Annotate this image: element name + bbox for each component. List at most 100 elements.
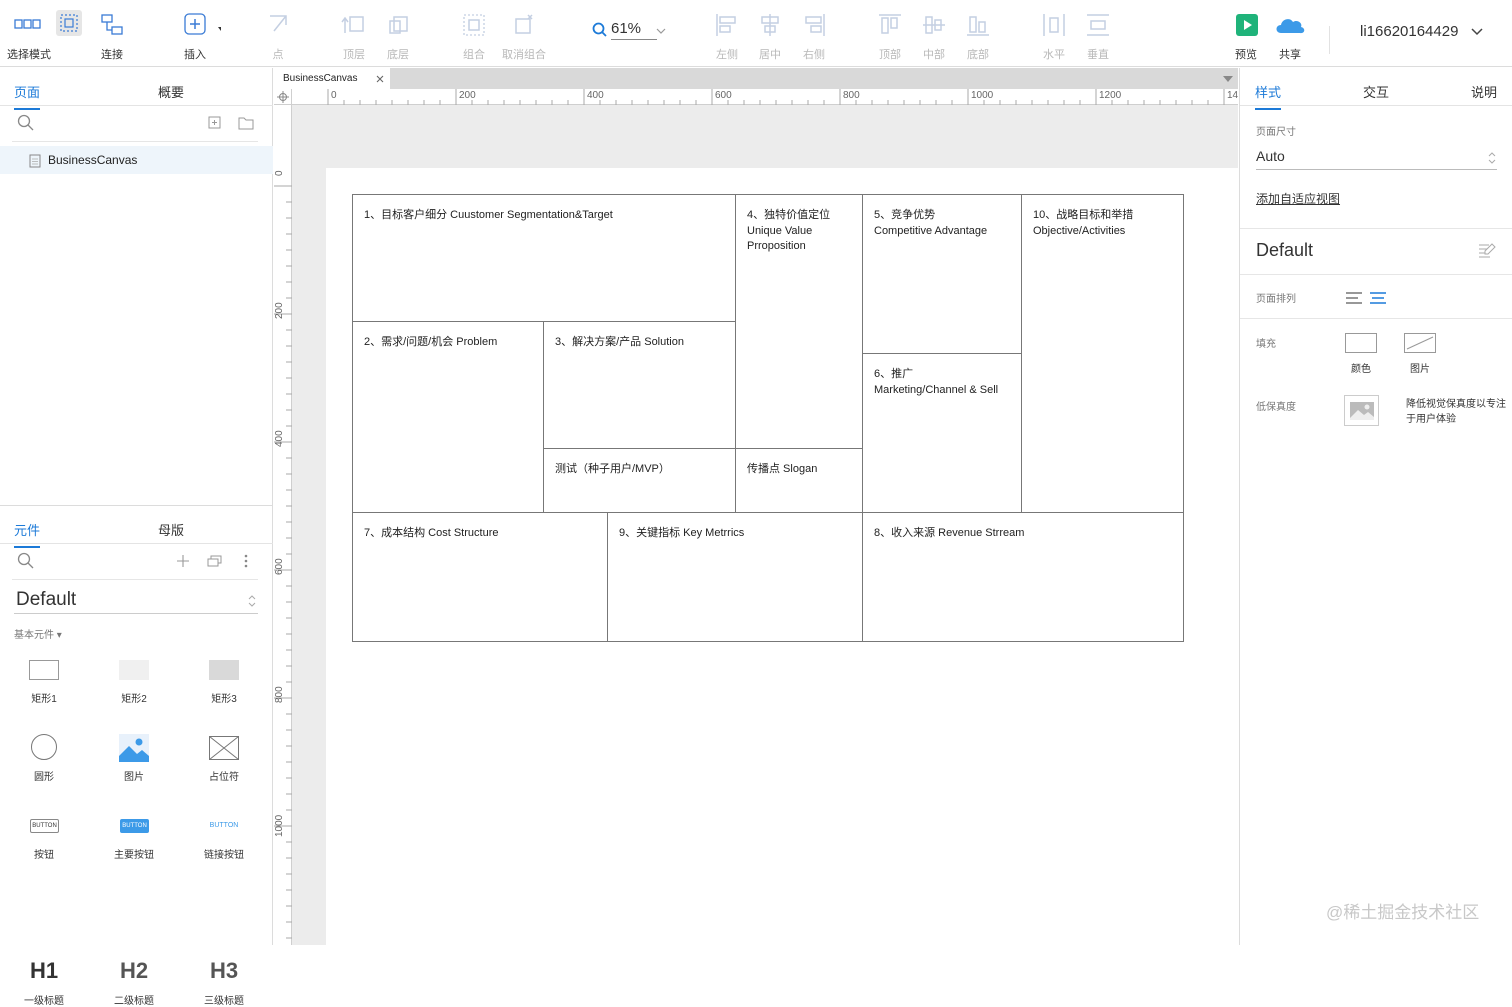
tab-notes[interactable]: 说明 <box>1471 82 1497 101</box>
more-options-icon[interactable] <box>243 553 249 569</box>
insert-button[interactable]: 插入 <box>167 8 224 64</box>
edit-style-icon[interactable] <box>1478 242 1496 258</box>
bmc-slogan[interactable]: 传播点 Slogan <box>735 448 863 513</box>
widget-label: 二级标题 <box>114 996 154 1007</box>
add-page-icon[interactable] <box>208 116 222 130</box>
link-button-icon: BUTTON <box>209 822 239 829</box>
low-fidelity-description: 降低视觉保真度以专注于用户体验 <box>1406 399 1506 425</box>
widget-rect2[interactable]: 矩形2 <box>104 656 164 705</box>
username: li16620164429 <box>1360 23 1459 40</box>
vruler-tick: 800 <box>274 686 285 703</box>
point-button[interactable]: 点 <box>250 8 306 64</box>
selection-tool-icon <box>60 14 78 32</box>
widget-link-button[interactable]: BUTTON 链接按钮 <box>194 812 254 861</box>
group-button[interactable]: 组合 <box>446 8 502 64</box>
widget-h3[interactable]: H3 三级标题 <box>194 958 254 1007</box>
widget-placeholder[interactable]: 占位符 <box>194 734 254 783</box>
fill-color-button[interactable]: 颜色 <box>1331 332 1391 375</box>
low-fidelity-label: 低保真度 <box>1256 402 1296 413</box>
hruler-tick: 800 <box>843 90 860 101</box>
align-bottom-button[interactable]: 底部 <box>950 8 1006 64</box>
widget-button[interactable]: BUTTON 按钮 <box>14 812 74 861</box>
add-folder-icon[interactable] <box>238 116 254 130</box>
group-icon <box>460 11 488 39</box>
tab-widgets[interactable]: 元件 <box>14 520 41 548</box>
widget-rect1[interactable]: 矩形1 <box>14 656 74 705</box>
widget-label: 圆形 <box>34 772 54 783</box>
distribute-vertical-label: 垂直 <box>1087 49 1109 61</box>
library-select-updown-icon <box>248 595 256 607</box>
tab-interaction[interactable]: 交互 <box>1363 82 1389 101</box>
library-select[interactable]: Default <box>14 588 258 614</box>
connect-button[interactable]: 连接 <box>84 8 140 64</box>
widget-h1[interactable]: H1 一级标题 <box>14 958 74 1007</box>
page-item-businesscanvas[interactable]: BusinessCanvas <box>0 146 273 174</box>
bmc-problem[interactable]: 2、需求/问题/机会 Problem <box>352 321 544 513</box>
add-library-icon[interactable] <box>177 555 189 567</box>
bmc-cost-structure[interactable]: 7、成本结构 Cost Structure <box>352 512 608 642</box>
bmc-customer-segment[interactable]: 1、目标客户细分 Cuustomer Segmentation&Target <box>352 194 736 322</box>
select-mode-button[interactable]: 选择模式 <box>1 8 57 64</box>
bmc-competitive-advantage[interactable]: 5、竞争优势 Competitive Advantage <box>862 194 1022 354</box>
play-icon <box>1232 11 1260 39</box>
bmc-objective-activities[interactable]: 10、战略目标和举措 Objective/Activities <box>1021 194 1184 513</box>
main-toolbar: 选择模式 连接 插入 点 顶层 底层 组合 取消组合 61% 左侧 居中 右侧 … <box>0 0 1512 67</box>
page-size-select[interactable]: Auto <box>1256 148 1497 170</box>
bmc-marketing-channel[interactable]: 6、推广 Marketing/Channel & Sell <box>862 353 1022 513</box>
tab-outline[interactable]: 概要 <box>158 82 184 101</box>
tab-pages[interactable]: 页面 <box>14 82 41 110</box>
widget-search-icon[interactable] <box>17 552 35 570</box>
cell-label: 9、关键指标 Key Metrrics <box>619 527 745 539</box>
cell-label: 1、目标客户细分 Cuustomer Segmentation&Target <box>364 209 613 221</box>
divider <box>1240 228 1512 229</box>
widget-circle[interactable]: 圆形 <box>14 734 74 783</box>
cell-label: 8、收入来源 Revenue Strream <box>874 527 1025 539</box>
ungroup-label: 取消组合 <box>502 49 546 61</box>
point-icon <box>264 11 292 39</box>
canvas-area[interactable]: BusinessCanvas 0 200 400 600 800 1000 12… <box>274 68 1238 945</box>
hruler-tick: 14 <box>1227 90 1238 101</box>
ungroup-button[interactable]: 取消组合 <box>496 8 552 64</box>
bmc-value-proposition[interactable]: 4、独特价值定位 Unique Value Prroposition <box>735 194 863 449</box>
hruler-tick: 200 <box>459 90 476 101</box>
user-menu[interactable]: li16620164429 <box>1360 23 1483 40</box>
widget-image[interactable]: 图片 <box>104 734 164 783</box>
library-manage-icon[interactable] <box>207 554 223 568</box>
widget-category[interactable]: 基本元件 ▾ <box>14 626 62 641</box>
bmc-key-metrics[interactable]: 9、关键指标 Key Metrrics <box>607 512 863 642</box>
zoom-value[interactable]: 61% <box>611 20 657 40</box>
share-button[interactable]: 共享 <box>1262 8 1318 64</box>
align-left-page-icon[interactable] <box>1346 292 1362 304</box>
widget-label: 三级标题 <box>204 996 244 1007</box>
tab-masters[interactable]: 母版 <box>158 520 184 539</box>
insert-plus-icon <box>181 11 224 39</box>
divider <box>1240 274 1512 275</box>
send-back-button[interactable]: 底层 <box>370 8 426 64</box>
add-adaptive-view-link[interactable]: 添加自适应视图 <box>1256 190 1340 207</box>
h2-icon: H2 <box>119 958 149 983</box>
zoom-selector[interactable]: 61% <box>590 18 670 42</box>
bmc-test-mvp[interactable]: 测试（种子用户/MVP） <box>543 448 736 513</box>
fill-image-button[interactable]: 图片 <box>1390 332 1450 375</box>
widget-h2[interactable]: H2 二级标题 <box>104 958 164 1007</box>
page-search-icon[interactable] <box>17 114 35 132</box>
tab-style[interactable]: 样式 <box>1255 82 1282 110</box>
canvas-page[interactable]: 1、目标客户细分 Cuustomer Segmentation&Target 4… <box>326 168 1238 945</box>
bmc-solution[interactable]: 3、解决方案/产品 Solution <box>543 321 736 449</box>
user-chevron-down-icon <box>1471 28 1483 36</box>
cell-label: 4、独特价值定位 Unique Value Prroposition <box>747 209 831 252</box>
close-tab-icon[interactable] <box>376 75 384 83</box>
widget-primary-button[interactable]: BUTTON 主要按钮 <box>104 812 164 861</box>
align-right-button[interactable]: 右侧 <box>786 8 842 64</box>
tab-overflow-chevron-icon[interactable] <box>1223 76 1233 82</box>
low-fidelity-toggle[interactable] <box>1344 395 1379 426</box>
bmc-revenue-stream[interactable]: 8、收入来源 Revenue Strream <box>862 512 1184 642</box>
document-tab[interactable]: BusinessCanvas <box>274 68 390 89</box>
selection-tool-button[interactable] <box>56 10 82 36</box>
vertical-ruler: 0 200 400 600 800 1000 <box>274 105 292 945</box>
align-center-page-icon[interactable] <box>1370 292 1386 304</box>
distribute-vertical-button[interactable]: 垂直 <box>1070 8 1126 64</box>
widget-rect3[interactable]: 矩形3 <box>194 656 254 705</box>
vruler-tick: 200 <box>274 302 285 319</box>
cell-label: 传播点 Slogan <box>747 463 818 475</box>
